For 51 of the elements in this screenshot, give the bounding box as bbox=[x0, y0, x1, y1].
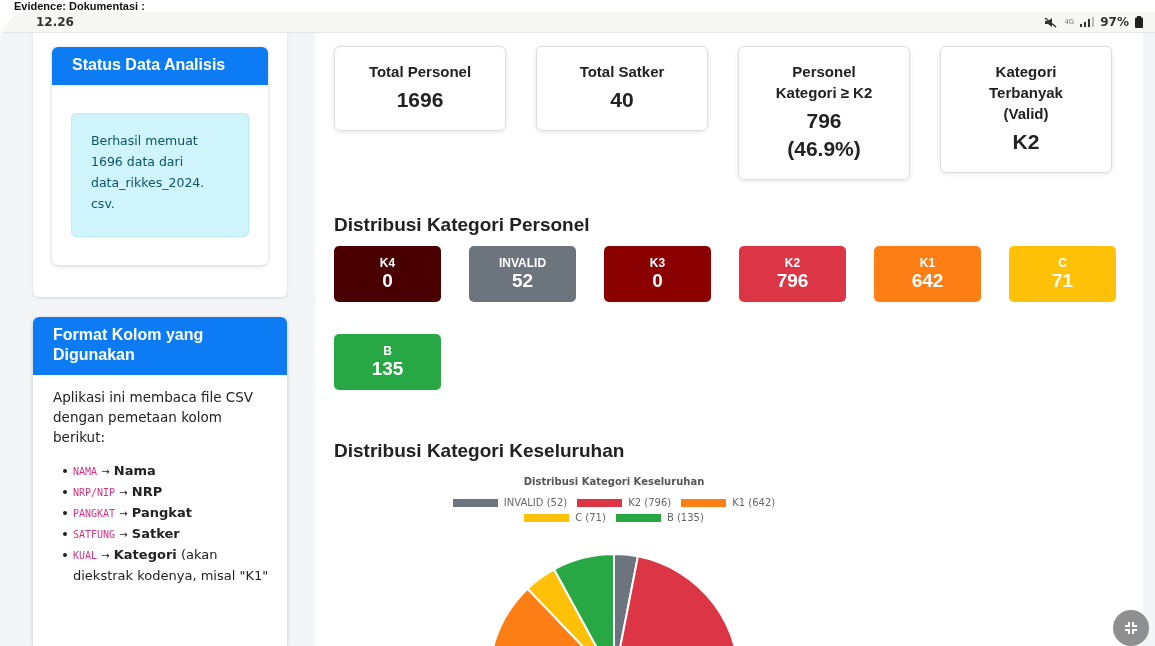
section-heading: Distribusi Kategori Personel bbox=[334, 214, 591, 236]
category-count: 135 bbox=[371, 358, 404, 380]
signal-icon bbox=[1080, 17, 1095, 27]
category-label: K2 bbox=[784, 256, 801, 270]
bullet-icon bbox=[63, 469, 67, 473]
stat-label: Personel Kategori ≥ K2 bbox=[774, 62, 874, 103]
column-mapping-text: NRP/NIP → NRP bbox=[73, 483, 163, 501]
battery-level: 97% bbox=[1100, 15, 1129, 29]
category-count: 0 bbox=[652, 270, 663, 292]
stat-value: 1696 bbox=[395, 87, 445, 113]
chart-title: Distribusi Kategori Keseluruhan bbox=[523, 476, 705, 487]
legend-label: INVALID (52) bbox=[503, 497, 568, 508]
category-label: INVALID bbox=[498, 256, 547, 270]
card-title: Status Data Analisis bbox=[52, 47, 268, 85]
category-count: 642 bbox=[911, 270, 944, 292]
mute-icon bbox=[1044, 16, 1059, 28]
category-label: K4 bbox=[379, 256, 396, 270]
bullet-icon bbox=[63, 553, 67, 557]
category-label: B bbox=[383, 344, 392, 358]
category-label: K1 bbox=[919, 256, 936, 270]
category-label: K3 bbox=[649, 256, 666, 270]
stat-label: Total Satker bbox=[578, 62, 666, 82]
description-text: Aplikasi ini membaca file CSV dengan pemetaan kolom berikut: bbox=[53, 388, 255, 447]
compress-icon bbox=[1124, 621, 1138, 635]
card-title: Format Kolom yang Digunakan bbox=[33, 317, 287, 375]
category-count: 0 bbox=[382, 270, 393, 292]
bullet-icon bbox=[63, 511, 67, 515]
battery-icon bbox=[1135, 16, 1143, 28]
category-count: 796 bbox=[776, 270, 809, 292]
stat-value: K2 bbox=[1011, 129, 1041, 155]
stat-label: Total Personel bbox=[367, 62, 473, 82]
document-caption: Evidence: Dokumentasi : bbox=[13, 0, 146, 12]
column-mapping-text: PANGKAT → Pangkat bbox=[73, 504, 192, 522]
legend-label: B (135) bbox=[666, 512, 704, 523]
stat-label: Kategori Terbanyak (Valid) bbox=[988, 62, 1064, 124]
stat-value: 796 (46.9%) bbox=[786, 108, 862, 162]
column-mapping-text: KUAL → Kategori (akan diekstrak kodenya, misal "K1" bbox=[73, 546, 270, 585]
column-mapping-text: SATFUNG → Satker bbox=[73, 525, 180, 543]
column-mapping-text: NAMA → Nama bbox=[73, 462, 156, 480]
legend-label: C (71) bbox=[575, 512, 606, 523]
stat-value: 40 bbox=[609, 87, 635, 113]
section-heading: Distribusi Kategori Keseluruhan bbox=[334, 440, 626, 462]
bullet-icon bbox=[63, 490, 67, 494]
legend-label: K1 (642) bbox=[732, 497, 776, 508]
category-label: C bbox=[1058, 256, 1067, 270]
clock-time: 12.26 bbox=[36, 15, 74, 29]
category-count: 71 bbox=[1051, 270, 1074, 292]
bullet-icon bbox=[63, 532, 67, 536]
info-message: Berhasil memuat 1696 data dari data_rikkes_2024.csv. bbox=[71, 113, 249, 237]
legend-label: K2 (796) bbox=[628, 497, 672, 508]
category-count: 52 bbox=[511, 270, 534, 292]
